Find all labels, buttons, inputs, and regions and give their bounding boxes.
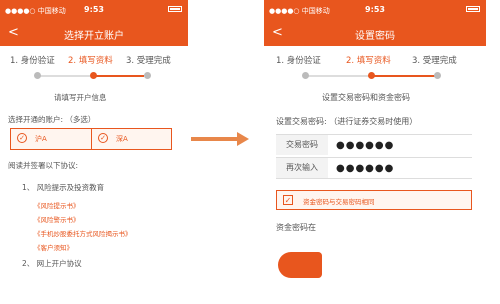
- step-3-dot: [434, 72, 441, 79]
- step-3-label: 3. 受理完成: [412, 56, 457, 66]
- status-bar: ●●●●○ 中国移动 9:53: [0, 0, 188, 20]
- checkbox-icon: ✓: [283, 195, 293, 205]
- step-indicator: 1. 身份验证 2. 填写资料 3. 受理完成: [264, 46, 486, 92]
- clock: 9:53: [365, 5, 385, 14]
- account-option-sh[interactable]: ✓ 沪A: [11, 129, 91, 149]
- transition-arrow-icon: [191, 132, 249, 146]
- step-2-dot: [90, 72, 97, 79]
- step-2-dot: [368, 72, 375, 79]
- fund-password-label: 资金密码在: [276, 223, 316, 232]
- step-3-dot: [144, 72, 151, 79]
- step-1-label: 1. 身份验证: [276, 56, 321, 66]
- page-title: 设置密码: [355, 31, 395, 42]
- step-track-done: [304, 75, 370, 77]
- accounts-label: 选择开通的账户: （多选）: [8, 115, 96, 124]
- account-option-label: 沪A: [35, 135, 47, 143]
- link-client-notice[interactable]: 《客户须知》: [34, 242, 73, 252]
- step-2-label: 2. 填写资料: [346, 56, 391, 66]
- section-online-agreement: 2、 网上开户协议: [22, 259, 82, 268]
- password-label: 设置交易密码: （进行证券交易时使用）: [276, 117, 418, 126]
- section-risk: 1、 风险提示及投资教育: [22, 183, 105, 192]
- step-indicator: 1. 身份验证 2. 填写资料 3. 受理完成: [0, 46, 188, 92]
- field-label: 交易密码: [276, 135, 328, 155]
- check-circle-icon: ✓: [98, 133, 108, 143]
- form-heading: 设置交易密码和资金密码: [322, 93, 410, 102]
- account-options: ✓ 沪A ✓ 深A: [10, 128, 172, 150]
- field-value[interactable]: ●●●●●●: [336, 140, 394, 151]
- step-track-active: [92, 75, 144, 77]
- check-circle-icon: ✓: [17, 133, 27, 143]
- step-1-label: 1. 身份验证: [10, 56, 55, 66]
- link-risk-warning[interactable]: 《风险警示书》: [34, 214, 80, 224]
- confirm-password-field[interactable]: 再次输入 ●●●●●●: [276, 157, 472, 179]
- right-screen: ●●●●○ 中国移动 9:53 < 设置密码 1. 身份验证 2. 填写资料 3…: [264, 0, 486, 304]
- field-value[interactable]: ●●●●●●: [336, 163, 394, 174]
- link-risk-notice[interactable]: 《风险提示书》: [34, 200, 80, 210]
- battery-icon: [168, 6, 182, 12]
- left-screen: ●●●●○ 中国移动 9:53 < 选择开立账户 1. 身份验证 2. 填写资料…: [0, 0, 188, 304]
- form-heading: 请填写开户信息: [54, 93, 107, 102]
- agreement-label: 阅读并签署以下协议:: [8, 161, 79, 170]
- trade-password-field[interactable]: 交易密码 ●●●●●●: [276, 134, 472, 155]
- same-password-checkbox[interactable]: ✓ 资金密码与交易密码相同: [276, 190, 472, 210]
- step-2-label: 2. 填写资料: [68, 56, 113, 66]
- nav-bar: < 选择开立账户: [0, 20, 188, 46]
- field-label: 再次输入: [276, 158, 328, 178]
- status-bar: ●●●●○ 中国移动 9:53: [264, 0, 486, 20]
- battery-icon: [466, 6, 480, 12]
- nav-bar: < 设置密码: [264, 20, 486, 46]
- checkbox-label: 资金密码与交易密码相同: [303, 198, 375, 206]
- clock: 9:53: [84, 5, 104, 14]
- step-track-active: [372, 75, 436, 77]
- step-1-dot: [302, 72, 309, 79]
- page-title: 选择开立账户: [64, 31, 124, 42]
- link-mobile-risk[interactable]: 《手机炒股委托方式风险揭示书》: [34, 228, 132, 238]
- step-1-dot: [34, 72, 41, 79]
- account-option-label: 深A: [116, 135, 128, 143]
- next-button[interactable]: [278, 252, 322, 278]
- step-3-label: 3. 受理完成: [126, 56, 171, 66]
- account-option-sz[interactable]: ✓ 深A: [92, 129, 172, 149]
- step-track-done: [36, 75, 90, 77]
